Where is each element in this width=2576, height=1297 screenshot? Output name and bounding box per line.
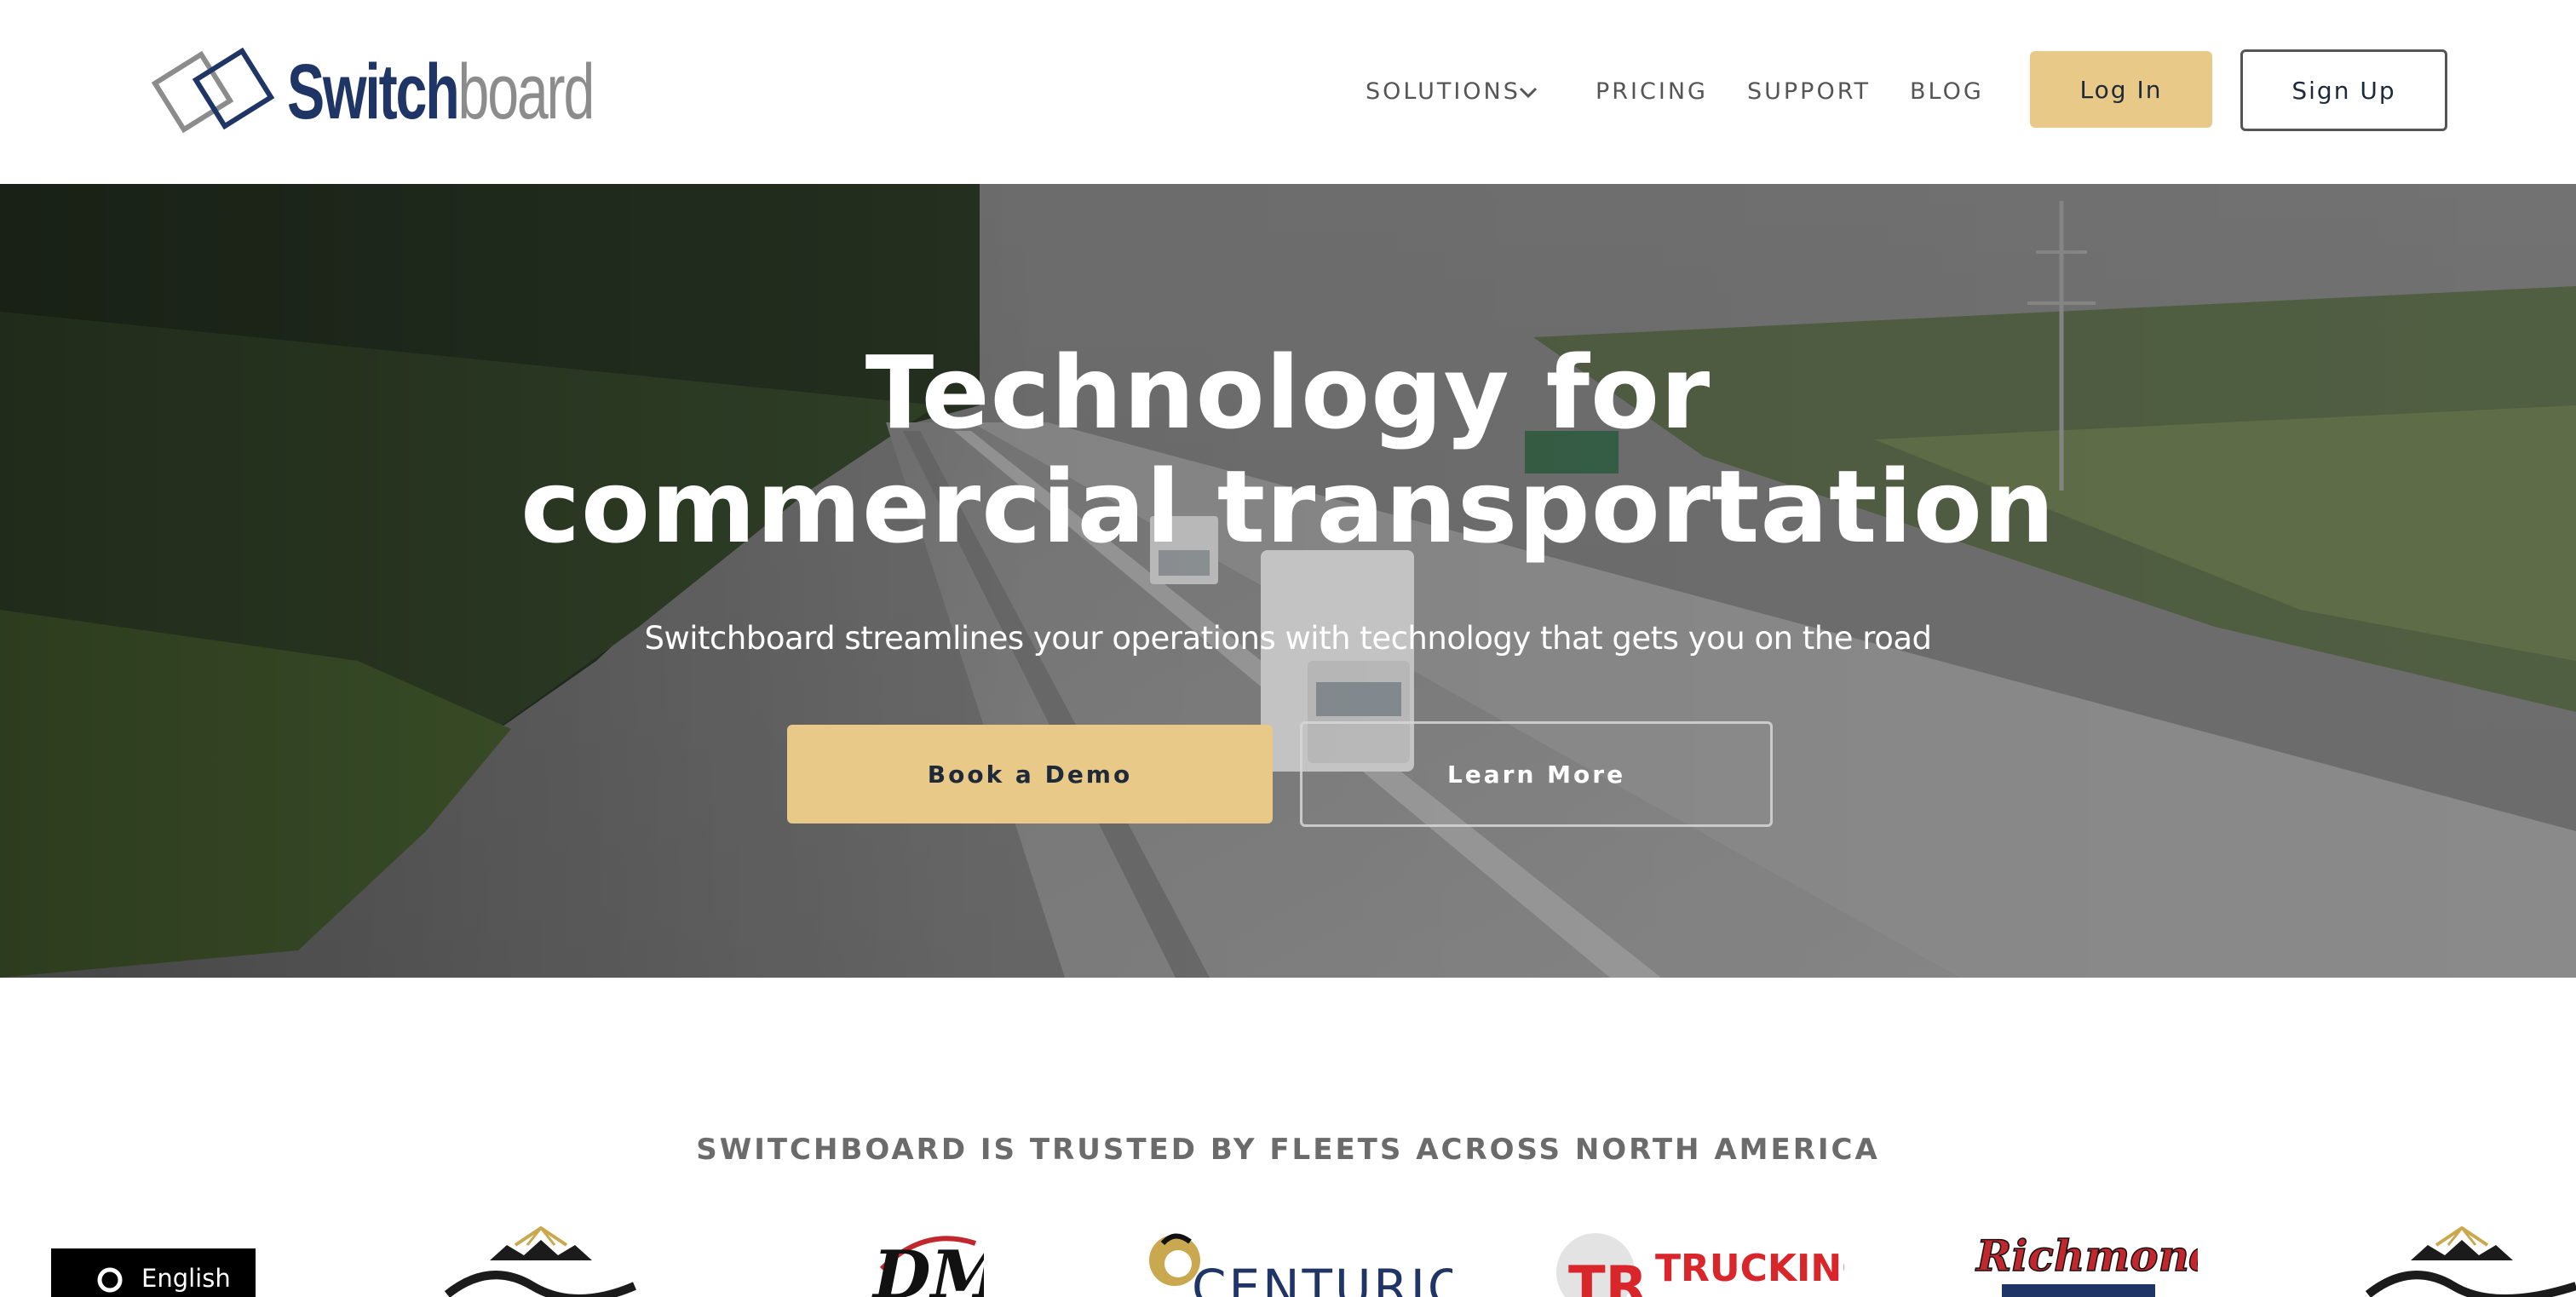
richmond-logo-text: Richmond (1975, 1231, 2198, 1281)
nav-pricing[interactable]: PRICING (1596, 75, 1708, 109)
hero-title-line2: commercial transportation (520, 448, 2056, 565)
sunshine-coast-logo (444, 1226, 636, 1297)
richmond-logo: Richmond (1974, 1230, 2198, 1297)
trucking-logo-text: TRUCKING (1655, 1247, 1844, 1290)
language-label: English (141, 1263, 231, 1293)
trucking-logo: TR TRUCKING (1556, 1233, 1844, 1297)
dm-logo-text: DM (871, 1237, 984, 1297)
learn-more-button[interactable]: Learn More (1300, 721, 1773, 827)
sunshine-coast-logo-2 (2365, 1226, 2576, 1297)
centurion-logo-text: CENTURION (1192, 1259, 1452, 1297)
client-logo-strip: DM CENTURION TR TRUCKING Richmond (0, 1226, 2576, 1297)
centurion-logo: CENTURION (1149, 1233, 1452, 1297)
svg-text:TR: TR (1568, 1255, 1647, 1297)
signup-button[interactable]: Sign Up (2240, 49, 2447, 131)
hero-title: Technology for commercial transportation (0, 336, 2576, 564)
site-header: Switchboard SOLUTIONS PRICING SUPPORT BL… (0, 0, 2576, 184)
dm-logo: DM (871, 1236, 984, 1297)
hero-section: Technology for commercial transportation… (0, 184, 2576, 978)
hero-subtitle: Switchboard streamlines your operations … (644, 620, 1933, 657)
login-button[interactable]: Log In (2030, 51, 2212, 128)
globe-icon (97, 1267, 123, 1293)
page: Switchboard SOLUTIONS PRICING SUPPORT BL… (0, 0, 2576, 1297)
hero-title-line1: Technology for (865, 334, 1711, 451)
hero-highway-background-image (0, 184, 2576, 978)
nav-support[interactable]: SUPPORT (1747, 75, 1871, 109)
chevron-down-icon[interactable] (1516, 80, 1540, 104)
nav-blog[interactable]: BLOG (1910, 75, 1984, 109)
trusted-heading: SWITCHBOARD IS TRUSTED BY FLEETS ACROSS … (696, 1133, 1880, 1167)
book-demo-button[interactable]: Book a Demo (787, 725, 1273, 824)
language-selector[interactable]: English (51, 1248, 256, 1297)
nav-solutions[interactable]: SOLUTIONS (1366, 75, 1521, 109)
